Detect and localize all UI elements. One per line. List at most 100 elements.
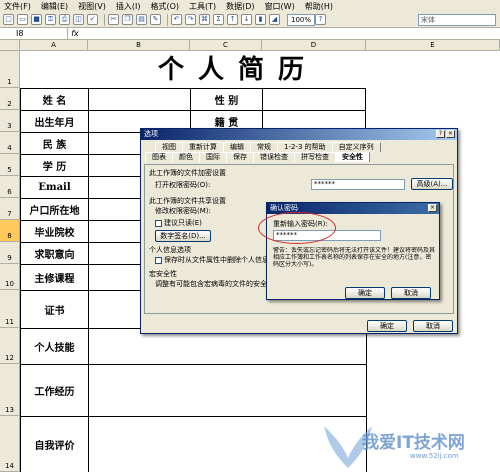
tab-custom-lists[interactable]: 自定义序列 [331, 142, 381, 152]
cut-icon[interactable]: ✂ [108, 14, 119, 25]
tab-edit[interactable]: 编辑 [223, 142, 251, 152]
confirm-ok-button[interactable]: 确定 [345, 287, 385, 299]
menu-edit[interactable]: 编辑(E) [41, 1, 68, 12]
column-header-d[interactable]: D [262, 40, 366, 51]
menu-window[interactable]: 窗口(W) [265, 1, 295, 12]
chart-wizard-icon[interactable]: ▮ [255, 14, 266, 25]
close-icon[interactable]: × [428, 204, 437, 212]
menu-data[interactable]: 数据(D) [226, 1, 254, 12]
select-all-corner[interactable] [0, 40, 20, 51]
redo-icon[interactable]: ↷ [185, 14, 196, 25]
open-folder-icon[interactable]: ▭ [17, 14, 28, 25]
readonly-option[interactable]: 建议只读(E) [155, 218, 202, 228]
label-skills[interactable]: 个人技能 [20, 328, 89, 365]
font-select[interactable]: 宋体 [418, 14, 496, 26]
tab-color[interactable]: 颜色 [172, 152, 200, 162]
row-header[interactable]: 10 [0, 264, 20, 290]
tab-security[interactable]: 安全性 [335, 152, 370, 162]
label-birth[interactable]: 出生年月 [20, 110, 89, 133]
open-password-field[interactable]: ****** [311, 179, 405, 190]
permission-icon[interactable]: ⚿ [45, 14, 56, 25]
privacy-checkbox[interactable] [155, 256, 162, 264]
tab-error-check[interactable]: 错误检查 [253, 152, 295, 162]
label-name[interactable]: 姓 名 [20, 88, 89, 111]
save-icon[interactable]: ■ [31, 14, 42, 25]
menu-file[interactable]: 文件(F) [4, 1, 31, 12]
help-icon[interactable]: ? [436, 130, 445, 138]
row-header[interactable]: 1 [0, 51, 20, 88]
row-header[interactable]: 12 [0, 328, 20, 364]
row-header[interactable]: 4 [0, 132, 20, 154]
label-job-intent[interactable]: 求职意向 [20, 242, 89, 265]
print-icon[interactable]: ⎙ [59, 14, 70, 25]
tab-international[interactable]: 国际 [199, 152, 227, 162]
row-header[interactable]: 7 [0, 198, 20, 220]
row-header[interactable]: 14 [0, 416, 20, 472]
undo-icon[interactable]: ↶ [171, 14, 182, 25]
menu-tools[interactable]: 工具(T) [189, 1, 216, 12]
label-self-evaluation[interactable]: 自我评价 [20, 416, 89, 472]
menu-help[interactable]: 帮助(H) [305, 1, 333, 12]
cell-courses-value[interactable] [88, 264, 142, 291]
label-work-experience[interactable]: 工作经历 [20, 364, 89, 417]
row-header[interactable]: 11 [0, 290, 20, 328]
tab-spelling[interactable]: 拼写检查 [294, 152, 336, 162]
cell-certificate-value[interactable] [88, 290, 142, 329]
sort-asc-icon[interactable]: ↑ [227, 14, 238, 25]
drawing-icon[interactable]: ◢ [269, 14, 280, 25]
hyperlink-icon[interactable]: ⌘ [199, 14, 210, 25]
row-header[interactable]: 6 [0, 176, 20, 198]
cell-work-value[interactable] [88, 364, 367, 417]
confirm-cancel-button[interactable]: 取消 [391, 287, 431, 299]
readonly-checkbox[interactable] [155, 219, 162, 227]
tab-chart[interactable]: 图表 [145, 152, 173, 162]
label-email[interactable]: Email [20, 176, 89, 199]
autosum-icon[interactable]: Σ [213, 14, 224, 25]
row-header[interactable]: 3 [0, 110, 20, 132]
row-header[interactable]: 13 [0, 364, 20, 416]
label-ethnic[interactable]: 民 族 [20, 132, 89, 155]
format-painter-icon[interactable]: ✎ [150, 14, 161, 25]
close-icon[interactable]: × [446, 130, 455, 138]
label-school[interactable]: 毕业院校 [20, 220, 89, 243]
options-cancel-button[interactable]: 取消 [413, 320, 453, 332]
label-hukou[interactable]: 户口所在地 [20, 198, 89, 221]
menu-view[interactable]: 视图(V) [78, 1, 106, 12]
paste-icon[interactable]: ▤ [136, 14, 147, 25]
sort-desc-icon[interactable]: ↓ [241, 14, 252, 25]
row-header[interactable]: 5 [0, 154, 20, 176]
label-education[interactable]: 学 历 [20, 154, 89, 177]
label-courses[interactable]: 主修课程 [20, 264, 89, 291]
options-dialog-titlebar[interactable]: 选项 ? × [141, 129, 457, 140]
new-file-icon[interactable]: □ [3, 14, 14, 25]
column-header-a[interactable]: A [20, 40, 88, 51]
row-header[interactable]: 2 [0, 88, 20, 110]
row-header-selected[interactable]: 8 [0, 220, 20, 242]
column-header-c[interactable]: C [190, 40, 262, 51]
copy-icon[interactable]: ❐ [122, 14, 133, 25]
row-header[interactable]: 9 [0, 242, 20, 264]
zoom-select[interactable]: 100% [287, 13, 316, 26]
label-gender[interactable]: 性 别 [190, 88, 263, 111]
digital-signature-button[interactable]: 数字签名(D)... [155, 230, 211, 242]
cell-name-value[interactable] [88, 88, 191, 111]
name-box[interactable]: I8 [0, 28, 68, 39]
spellcheck-icon[interactable]: ✓ [87, 14, 98, 25]
tab-general[interactable]: 常规 [250, 142, 278, 152]
help-icon[interactable]: ? [315, 14, 327, 25]
reenter-password-field[interactable]: ****** [273, 230, 381, 241]
menu-insert[interactable]: 插入(I) [116, 1, 141, 12]
tab-lotus-help[interactable]: 1-2-3 的帮助 [277, 142, 333, 152]
tab-save[interactable]: 保存 [226, 152, 254, 162]
cell-gender-value[interactable] [262, 88, 366, 111]
menu-format[interactable]: 格式(O) [150, 1, 179, 12]
options-ok-button[interactable]: 确定 [367, 320, 407, 332]
fx-icon[interactable]: fx [68, 29, 82, 38]
column-header-b[interactable]: B [88, 40, 190, 51]
column-header-e[interactable]: E [366, 40, 500, 51]
confirm-dialog-titlebar[interactable]: 确认密码 × [267, 203, 439, 214]
label-certificate[interactable]: 证书 [20, 290, 89, 329]
tab-view[interactable]: 视图 [155, 142, 183, 152]
advanced-button[interactable]: 高级(A)... [411, 178, 453, 190]
privacy-option[interactable]: 保存时从文件属性中删除个人信息 [155, 255, 269, 265]
